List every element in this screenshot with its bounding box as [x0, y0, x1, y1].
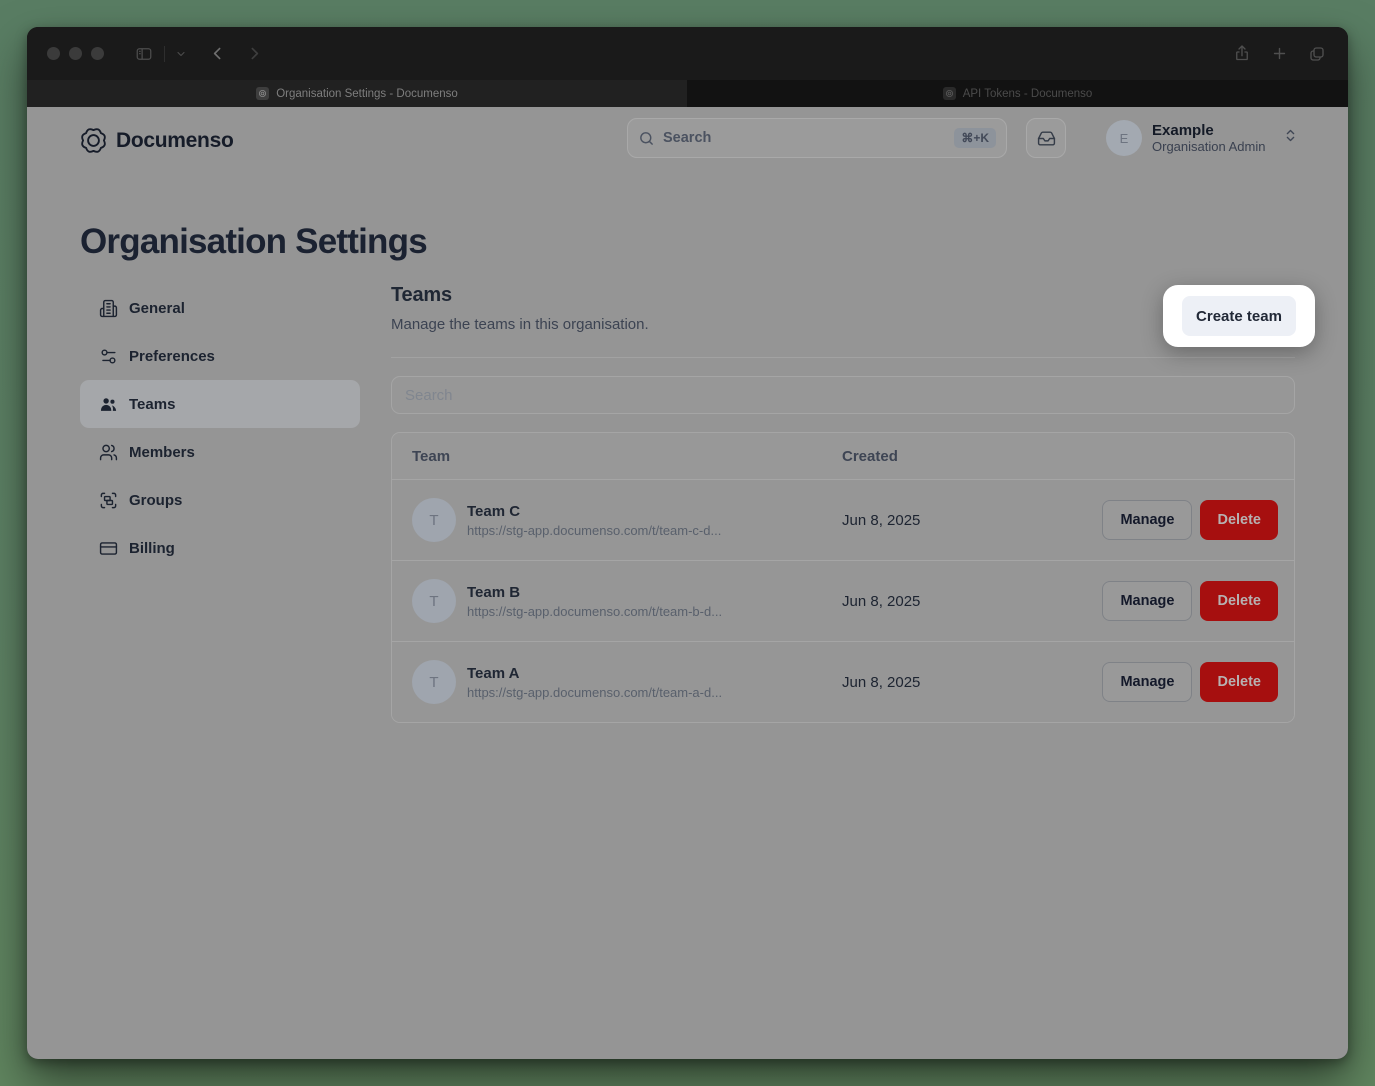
- search-icon: [638, 130, 655, 147]
- column-header-team: Team: [412, 448, 842, 465]
- team-cell: T Team A https://stg-app.documenso.com/t…: [412, 660, 842, 704]
- inbox-button[interactable]: [1026, 118, 1066, 158]
- tab-api-tokens[interactable]: API Tokens - Documenso: [687, 80, 1348, 107]
- column-header-created: Created: [842, 448, 1278, 465]
- close-button[interactable]: [47, 47, 60, 60]
- page-content: Documenso Search ⌘+K E Example Organisat…: [27, 107, 1348, 1059]
- sidebar-item-label: Billing: [129, 540, 175, 557]
- sidebar-item-label: Members: [129, 444, 195, 461]
- chevron-down-icon[interactable]: [175, 48, 187, 60]
- minimize-button[interactable]: [69, 47, 82, 60]
- documenso-rosette-icon: [80, 127, 107, 154]
- team-cell: T Team B https://stg-app.documenso.com/t…: [412, 579, 842, 623]
- tab-overview-icon[interactable]: [1308, 45, 1326, 63]
- manage-button[interactable]: Manage: [1102, 662, 1192, 702]
- create-team-button[interactable]: Create team: [1182, 296, 1296, 336]
- documenso-favicon: [943, 87, 956, 100]
- team-name: Team C: [467, 502, 721, 521]
- zoom-button[interactable]: [91, 47, 104, 60]
- user-role: Organisation Admin: [1152, 139, 1265, 154]
- team-avatar: T: [412, 660, 456, 704]
- settings-sidebar: General Preferences Teams Members: [80, 284, 360, 723]
- sidebar-item-general[interactable]: General: [80, 284, 360, 332]
- teams-section: Teams Manage the teams in this organisat…: [391, 284, 1295, 723]
- sidebar-toggle-icon[interactable]: [134, 45, 154, 63]
- settings-layout: General Preferences Teams Members: [80, 284, 1348, 723]
- traffic-lights: [47, 47, 104, 60]
- row-actions: Manage Delete: [1102, 662, 1278, 702]
- team-cell: T Team C https://stg-app.documenso.com/t…: [412, 498, 842, 542]
- sidebar-item-label: Groups: [129, 492, 182, 509]
- table-row: T Team A https://stg-app.documenso.com/t…: [392, 641, 1294, 722]
- row-actions: Manage Delete: [1102, 500, 1278, 540]
- team-created-date: Jun 8, 2025: [842, 512, 1102, 529]
- team-created-date: Jun 8, 2025: [842, 593, 1102, 610]
- sliders-icon: [99, 347, 118, 366]
- toolbar-divider: [164, 46, 165, 62]
- sidebar-item-groups[interactable]: Groups: [80, 476, 360, 524]
- global-search-button[interactable]: Search ⌘+K: [627, 118, 1007, 158]
- sidebar-item-label: General: [129, 300, 185, 317]
- tab-bar: Organisation Settings - Documenso API To…: [27, 80, 1348, 107]
- delete-button[interactable]: Delete: [1200, 662, 1278, 702]
- team-avatar: T: [412, 498, 456, 542]
- section-description: Manage the teams in this organisation.: [391, 316, 1295, 333]
- section-divider: [391, 357, 1295, 358]
- search-shortcut-badge: ⌘+K: [954, 128, 996, 148]
- chevrons-up-down-icon: [1283, 128, 1298, 148]
- brand-name: Documenso: [116, 129, 234, 153]
- team-name: Team B: [467, 583, 722, 602]
- delete-button[interactable]: Delete: [1200, 581, 1278, 621]
- browser-toolbar: [27, 27, 1348, 80]
- users-icon: [99, 443, 118, 462]
- delete-button[interactable]: Delete: [1200, 500, 1278, 540]
- row-actions: Manage Delete: [1102, 581, 1278, 621]
- sidebar-item-teams[interactable]: Teams: [80, 380, 360, 428]
- group-brackets-icon: [99, 491, 118, 510]
- section-title: Teams: [391, 284, 1295, 307]
- manage-button[interactable]: Manage: [1102, 581, 1192, 621]
- create-team-spotlight: Create team: [1163, 285, 1315, 347]
- documenso-logo[interactable]: Documenso: [80, 127, 234, 154]
- team-url: https://stg-app.documenso.com/t/team-b-d…: [467, 603, 722, 620]
- user-name: Example: [1152, 122, 1265, 139]
- sidebar-item-preferences[interactable]: Preferences: [80, 332, 360, 380]
- share-icon[interactable]: [1233, 44, 1251, 63]
- credit-card-icon: [99, 539, 118, 558]
- user-menu[interactable]: E Example Organisation Admin: [1106, 120, 1298, 156]
- tab-label: Organisation Settings - Documenso: [276, 88, 458, 100]
- team-name: Team A: [467, 664, 722, 683]
- user-avatar: E: [1106, 120, 1142, 156]
- tab-label: API Tokens - Documenso: [963, 88, 1093, 100]
- page-title: Organisation Settings: [80, 222, 1348, 262]
- global-search-placeholder: Search: [663, 130, 711, 146]
- inbox-icon: [1037, 129, 1056, 148]
- forward-button[interactable]: [246, 45, 263, 62]
- back-button[interactable]: [209, 45, 226, 62]
- app-header: Documenso Search ⌘+K E Example Organisat…: [27, 107, 1348, 171]
- team-filter-input[interactable]: [391, 376, 1295, 414]
- sidebar-item-members[interactable]: Members: [80, 428, 360, 476]
- new-tab-icon[interactable]: [1271, 45, 1288, 62]
- teams-table: Team Created T Team C https://stg-app.do…: [391, 432, 1295, 723]
- tab-organisation-settings[interactable]: Organisation Settings - Documenso: [27, 80, 687, 107]
- table-header-row: Team Created: [392, 433, 1294, 479]
- building-icon: [99, 299, 118, 318]
- team-url: https://stg-app.documenso.com/t/team-a-d…: [467, 684, 722, 701]
- users-filled-icon: [99, 395, 118, 414]
- manage-button[interactable]: Manage: [1102, 500, 1192, 540]
- sidebar-item-billing[interactable]: Billing: [80, 524, 360, 572]
- sidebar-item-label: Teams: [129, 396, 175, 413]
- team-avatar: T: [412, 579, 456, 623]
- table-row: T Team C https://stg-app.documenso.com/t…: [392, 479, 1294, 560]
- browser-window: Organisation Settings - Documenso API To…: [27, 27, 1348, 1059]
- table-row: T Team B https://stg-app.documenso.com/t…: [392, 560, 1294, 641]
- sidebar-item-label: Preferences: [129, 348, 215, 365]
- documenso-favicon: [256, 87, 269, 100]
- team-created-date: Jun 8, 2025: [842, 674, 1102, 691]
- team-url: https://stg-app.documenso.com/t/team-c-d…: [467, 522, 721, 539]
